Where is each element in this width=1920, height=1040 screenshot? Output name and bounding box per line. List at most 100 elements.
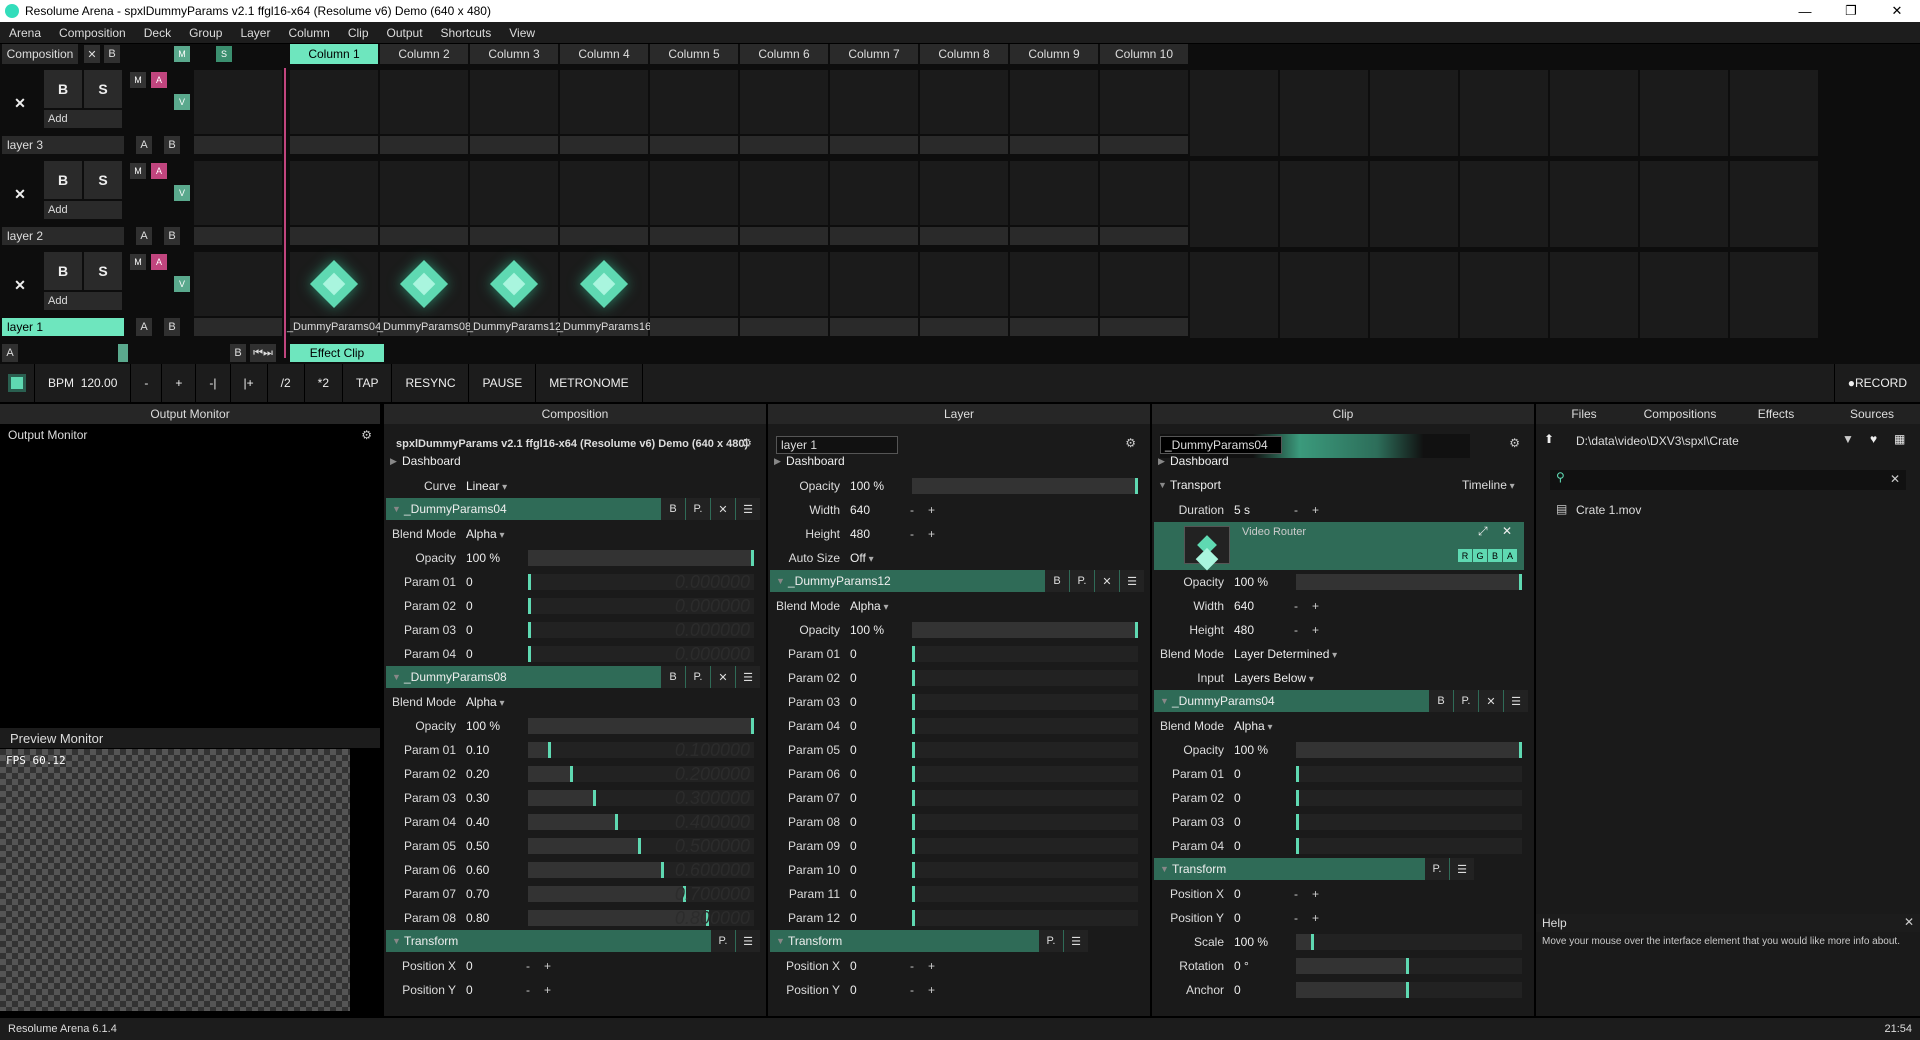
chevron-down-icon[interactable]: ▼ bbox=[776, 936, 785, 946]
param-slider[interactable] bbox=[912, 862, 1138, 878]
param-slider[interactable]: 0.700000 bbox=[528, 886, 754, 902]
auto-size-value[interactable]: Off bbox=[850, 551, 920, 565]
height-value[interactable]: 480 bbox=[850, 527, 910, 541]
clip-slot-label[interactable] bbox=[380, 136, 468, 154]
tempo-indicator[interactable] bbox=[0, 364, 35, 402]
clip-slot[interactable] bbox=[1550, 252, 1638, 338]
plus-button[interactable]: + bbox=[1312, 887, 1319, 901]
blend-mode-value[interactable]: Alpha bbox=[466, 695, 536, 709]
param-slider[interactable] bbox=[912, 814, 1138, 830]
browser-path[interactable]: D:\data\video\DXV3\spxl\Crate bbox=[1576, 434, 1739, 448]
clip-slot-label[interactable] bbox=[470, 136, 558, 154]
crossfader-handle[interactable] bbox=[118, 344, 128, 362]
minus-button[interactable]: - bbox=[910, 527, 914, 541]
layer-master-button[interactable]: M bbox=[130, 163, 146, 179]
nudge-minus-button[interactable]: -| bbox=[196, 364, 231, 402]
clip-slot[interactable] bbox=[1010, 161, 1098, 225]
fx-menu-button[interactable]: ☰ bbox=[1450, 858, 1474, 880]
clip-slot-label[interactable] bbox=[470, 227, 558, 245]
param-slider[interactable] bbox=[1296, 934, 1522, 950]
fx-preset-button[interactable]: P. bbox=[1070, 570, 1094, 592]
fx-preset-button[interactable]: P. bbox=[686, 498, 710, 520]
grid-view-icon[interactable]: ▦ bbox=[1894, 432, 1905, 446]
opacity-value[interactable]: 100 % bbox=[466, 551, 516, 565]
half-bpm-button[interactable]: /2 bbox=[268, 364, 305, 402]
param-7-value[interactable]: 0 bbox=[850, 791, 900, 805]
dashboard-section[interactable]: ▶ Dashboard bbox=[768, 450, 845, 472]
nudge-plus-button[interactable]: |+ bbox=[231, 364, 268, 402]
layer-add-dropdown[interactable]: Add bbox=[44, 201, 122, 219]
layer-solo-button[interactable]: S bbox=[84, 70, 122, 108]
minus-button[interactable]: - bbox=[1294, 503, 1298, 517]
clip-slot-label[interactable] bbox=[1010, 136, 1098, 154]
clip-slot[interactable] bbox=[290, 70, 378, 134]
curve-value[interactable]: Linear bbox=[466, 479, 536, 493]
param-slider[interactable] bbox=[912, 670, 1138, 686]
position-y-value[interactable]: 0 bbox=[1234, 911, 1294, 925]
clip-slot[interactable] bbox=[1640, 161, 1728, 247]
clip-slot[interactable] bbox=[1370, 252, 1458, 338]
tab-files[interactable]: Files bbox=[1536, 404, 1632, 424]
param-5-value[interactable]: 0.50 bbox=[466, 839, 516, 853]
clip-slot-label[interactable] bbox=[290, 136, 378, 154]
param-slider[interactable] bbox=[1296, 742, 1522, 758]
clip-slot[interactable] bbox=[560, 161, 648, 225]
clip-slot-label[interactable]: _DummyParams04 bbox=[287, 318, 381, 336]
clip-slot[interactable] bbox=[560, 70, 648, 134]
clip-slot-label[interactable] bbox=[830, 227, 918, 245]
param-slider[interactable] bbox=[912, 910, 1138, 926]
plus-button[interactable]: + bbox=[1312, 503, 1319, 517]
clip-slot-label[interactable] bbox=[740, 227, 828, 245]
menu-clip[interactable]: Clip bbox=[339, 26, 378, 40]
comp-bypass-button[interactable]: B bbox=[104, 45, 120, 63]
chevron-down-icon[interactable]: ▼ bbox=[392, 504, 401, 514]
clip-slot[interactable] bbox=[1190, 70, 1278, 156]
scale-value[interactable]: 100 % bbox=[1234, 935, 1284, 949]
duration-value[interactable]: 5 s bbox=[1234, 503, 1294, 517]
clip-slot[interactable] bbox=[470, 70, 558, 134]
clip-slot[interactable] bbox=[1280, 252, 1368, 338]
param-slider[interactable]: 0.200000 bbox=[528, 766, 754, 782]
bpm-field[interactable]: BPM 120.00 bbox=[35, 364, 132, 402]
maximize-icon[interactable]: ❐ bbox=[1828, 3, 1874, 19]
opacity-value[interactable]: 100 % bbox=[850, 623, 900, 637]
position-y-value[interactable]: 0 bbox=[466, 983, 526, 997]
plus-button[interactable]: + bbox=[1312, 623, 1319, 637]
fx-menu-button[interactable]: ☰ bbox=[736, 666, 760, 688]
blend-mode-value[interactable]: Alpha bbox=[1234, 719, 1304, 733]
tab-column-9[interactable]: Column 9 bbox=[1010, 44, 1098, 64]
channel-a-button[interactable]: A bbox=[1503, 549, 1517, 562]
fx-remove-button[interactable]: ✕ bbox=[711, 498, 735, 520]
param-slider[interactable] bbox=[912, 718, 1138, 734]
clip-slot[interactable] bbox=[1010, 70, 1098, 134]
close-icon[interactable]: ✕ bbox=[1874, 3, 1920, 19]
layer-add-dropdown[interactable]: Add bbox=[44, 292, 122, 310]
position-x-value[interactable]: 0 bbox=[466, 959, 526, 973]
param-8-value[interactable]: 0.80 bbox=[466, 911, 516, 925]
clip-slot[interactable] bbox=[380, 70, 468, 134]
layer-crossfade-a-button[interactable]: A bbox=[136, 318, 152, 336]
menu-view[interactable]: View bbox=[500, 26, 544, 40]
menu-group[interactable]: Group bbox=[180, 26, 231, 40]
plus-button[interactable]: + bbox=[928, 959, 935, 973]
minus-button[interactable]: - bbox=[1294, 623, 1298, 637]
param-1-value[interactable]: 0 bbox=[1234, 767, 1284, 781]
clip-slot[interactable] bbox=[1550, 70, 1638, 156]
param-slider[interactable] bbox=[912, 790, 1138, 806]
rotation-value[interactable]: 0 ° bbox=[1234, 959, 1284, 973]
clip-slot[interactable] bbox=[1640, 252, 1728, 338]
param-5-value[interactable]: 0 bbox=[850, 743, 900, 757]
layer-crossfade-b-button[interactable]: B bbox=[164, 227, 180, 245]
channel-r-button[interactable]: R bbox=[1458, 549, 1472, 562]
resync-button[interactable]: RESYNC bbox=[392, 364, 470, 402]
clip-slot[interactable] bbox=[740, 161, 828, 225]
clip-slot-label[interactable] bbox=[380, 227, 468, 245]
gear-icon[interactable]: ⚙ bbox=[1509, 436, 1520, 450]
param-slider[interactable] bbox=[912, 478, 1138, 494]
clip-slot[interactable] bbox=[1460, 70, 1548, 156]
param-3-value[interactable]: 0 bbox=[850, 695, 900, 709]
menu-output[interactable]: Output bbox=[378, 26, 432, 40]
plus-button[interactable]: + bbox=[544, 983, 551, 997]
clip-slot[interactable] bbox=[470, 161, 558, 225]
clip-slot-label[interactable] bbox=[1100, 227, 1188, 245]
